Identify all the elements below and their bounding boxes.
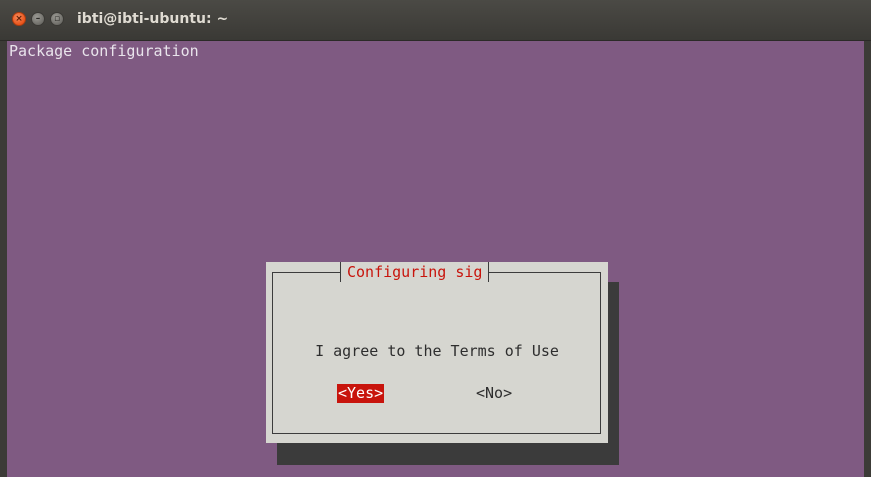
minimize-icon[interactable]: – [31, 12, 45, 26]
terminal-area[interactable]: Package configuration Configuring sig I … [7, 41, 864, 477]
terminal-window: × – ▫ ibti@ibti-ubuntu: ~ Package config… [0, 0, 871, 477]
no-button[interactable]: <No> [476, 384, 512, 403]
title-bar[interactable]: × – ▫ ibti@ibti-ubuntu: ~ [0, 0, 871, 41]
package-configuration-header: Package configuration [9, 42, 199, 60]
dialog-title-box: Configuring sig [340, 262, 490, 282]
configuration-dialog: Configuring sig I agree to the Terms of … [266, 262, 608, 443]
window-right-border [864, 41, 871, 477]
terms-message: I agree to the Terms of Use [315, 342, 559, 360]
window-title: ibti@ibti-ubuntu: ~ [77, 11, 229, 27]
close-icon[interactable]: × [12, 12, 26, 26]
yes-button[interactable]: <Yes> [337, 384, 385, 403]
maximize-icon[interactable]: ▫ [50, 12, 64, 26]
dialog-title: Configuring sig [347, 263, 483, 281]
